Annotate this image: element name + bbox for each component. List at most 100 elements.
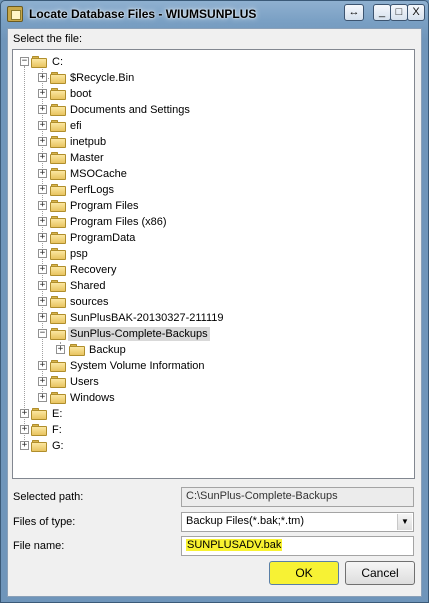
expand-toggle[interactable]: + [20,425,29,434]
folder-icon [31,55,47,68]
expand-toggle[interactable]: + [38,233,47,242]
expand-toggle[interactable]: + [38,217,47,226]
tree-node[interactable]: + ProgramData [13,230,413,246]
expand-toggle[interactable]: + [38,297,47,306]
collapse-toggle[interactable]: − [38,329,47,338]
expand-toggle[interactable]: + [38,313,47,322]
expand-toggle[interactable]: + [38,89,47,98]
folder-icon [50,135,66,148]
cancel-button[interactable]: Cancel [345,561,415,585]
tree-node-label: Program Files [70,200,139,212]
tree-node-label: MSOCache [70,168,127,180]
file-name-label: File name: [13,540,65,552]
file-name-input[interactable]: SUNPLUSADV.bak [181,536,414,556]
tree-node-label: ProgramData [70,232,136,244]
folder-icon [50,263,66,276]
open-folder-icon [50,327,66,340]
tree-node-child[interactable]: + Backup [13,342,413,358]
folder-icon [50,295,66,308]
files-of-type-label: Files of type: [13,516,76,528]
folder-icon [50,215,66,228]
minimize-button[interactable]: _ [373,4,391,21]
tree-node[interactable]: + Program Files [13,198,413,214]
expand-toggle[interactable]: + [38,281,47,290]
tree-node[interactable]: + psp [13,246,413,262]
tree-node-label: E: [52,408,63,420]
expand-toggle[interactable]: + [38,361,47,370]
expand-toggle[interactable]: + [38,265,47,274]
folder-icon [50,279,66,292]
folder-tree[interactable]: − C: + $Recycle.Bin + boot + Documents a… [12,49,415,479]
tree-node[interactable]: + MSOCache [13,166,413,182]
folder-icon [69,343,85,356]
expand-toggle[interactable]: + [38,185,47,194]
tree-node[interactable]: + $Recycle.Bin [13,70,413,86]
folder-icon [50,119,66,132]
tree-node-label: Backup [89,344,126,356]
expand-toggle[interactable]: + [38,393,47,402]
folder-icon [50,71,66,84]
expand-toggle[interactable]: + [56,345,65,354]
tree-node[interactable]: + boot [13,86,413,102]
expand-toggle[interactable]: + [38,169,47,178]
tree-node-label: efi [70,120,82,132]
close-button[interactable]: X [407,4,425,21]
tree-node-label: Program Files (x86) [70,216,167,228]
tree-node[interactable]: + inetpub [13,134,413,150]
chevron-down-icon[interactable]: ▼ [397,514,412,530]
ok-button[interactable]: OK [269,561,339,585]
tree-node-e-drive[interactable]: + E: [13,406,413,422]
tree-node[interactable]: + Users [13,374,413,390]
tree-node-label: G: [52,440,64,452]
window-title: Locate Database Files - WIUMSUNPLUS [29,7,257,21]
tree-node[interactable]: + sources [13,294,413,310]
tree-node[interactable]: + Shared [13,278,413,294]
selected-path-label: Selected path: [13,491,84,503]
expand-toggle[interactable]: + [38,121,47,130]
files-of-type-select[interactable]: Backup Files(*.bak;*.tm) ▼ [181,512,414,532]
tree-node[interactable]: + SunPlusBAK-20130327-211119 [13,310,413,326]
tree-node[interactable]: + System Volume Information [13,358,413,374]
tree-node-label: F: [52,424,62,436]
expand-toggle[interactable]: + [38,249,47,258]
tree-node-selected[interactable]: − SunPlus-Complete-Backups [13,326,413,342]
expand-toggle[interactable]: + [38,105,47,114]
tree-node-label: boot [70,88,92,100]
folder-icon [50,103,66,116]
expand-toggle[interactable]: + [20,409,29,418]
folder-icon [50,87,66,100]
folder-icon [50,231,66,244]
tree-node[interactable]: + Master [13,150,413,166]
tree-node[interactable]: + Windows [13,390,413,406]
tree-node[interactable]: + PerfLogs [13,182,413,198]
folder-icon [50,359,66,372]
database-app-icon [7,6,23,22]
tree-node-g-drive[interactable]: + G: [13,438,413,454]
resize-button[interactable]: ↔ [344,4,364,21]
expand-toggle[interactable]: + [38,153,47,162]
tree-node-label: System Volume Information [70,360,205,372]
tree-node[interactable]: + efi [13,118,413,134]
tree-node-c-drive[interactable]: − C: [13,54,413,70]
collapse-toggle[interactable]: − [20,57,29,66]
tree-node-label: SunPlus-Complete-Backups [68,327,210,341]
maximize-button[interactable]: □ [390,4,408,21]
expand-toggle[interactable]: + [38,201,47,210]
tree-node-label: Shared [70,280,106,292]
folder-icon [31,439,47,452]
expand-toggle[interactable]: + [38,137,47,146]
tree-node[interactable]: + Program Files (x86) [13,214,413,230]
select-file-label: Select the file: [13,33,83,45]
tree-node-label: Documents and Settings [70,104,190,116]
folder-icon [50,375,66,388]
tree-node[interactable]: + Recovery [13,262,413,278]
tree-node[interactable]: + Documents and Settings [13,102,413,118]
expand-toggle[interactable]: + [38,377,47,386]
dialog-window: Locate Database Files - WIUMSUNPLUS ↔ _ … [0,0,429,603]
expand-toggle[interactable]: + [20,441,29,450]
tree-node-f-drive[interactable]: + F: [13,422,413,438]
title-bar[interactable]: Locate Database Files - WIUMSUNPLUS ↔ _ … [1,1,428,27]
tree-node-label: PerfLogs [70,184,115,196]
expand-toggle[interactable]: + [38,73,47,82]
tree-node-label: SunPlusBAK-20130327-211119 [70,312,224,324]
